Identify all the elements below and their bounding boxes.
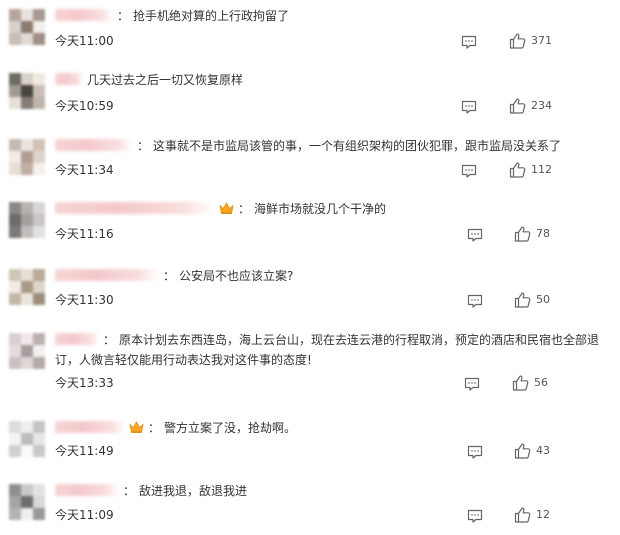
like-count: 43: [536, 444, 550, 457]
like-count: 234: [531, 99, 552, 112]
username-redacted[interactable]: [55, 9, 113, 21]
comment-timestamp: 今天13:33: [55, 376, 114, 390]
comment-body: 几天过去之后一切又恢复原样: [55, 70, 606, 90]
username-colon: ：: [148, 421, 161, 435]
comment-bubble-icon: [461, 34, 477, 53]
comment-body: ：公安局不也应该立案?: [55, 266, 606, 286]
comment-text: 原本计划去东西连岛，海上云台山，现在去连云港的行程取消，预定的酒店和民宿也全部退…: [55, 333, 600, 367]
comment-bubble-icon: [461, 99, 477, 118]
like-count: 371: [531, 34, 552, 47]
username-colon: ：: [123, 484, 136, 498]
username-redacted[interactable]: [55, 73, 83, 85]
username-redacted[interactable]: [55, 139, 133, 151]
comment-line: ：这事就不是市监局该管的事，一个有组织架构的团伙犯罪，跟市监局没关系了: [55, 136, 606, 156]
reply-button[interactable]: [461, 99, 477, 114]
like-count: 50: [536, 293, 550, 306]
reply-button[interactable]: [467, 293, 483, 308]
like-count: 12: [536, 508, 550, 521]
comment-body: ：这事就不是市监局该管的事，一个有组织架构的团伙犯罪，跟市监局没关系了: [55, 136, 606, 156]
comment-body: ：海鲜市场就没几个干净的: [55, 199, 606, 219]
comment-text: 这事就不是市监局该管的事，一个有组织架构的团伙犯罪，跟市监局没关系了: [153, 139, 562, 153]
username-colon: ：: [238, 202, 251, 216]
username-colon: ：: [163, 269, 176, 283]
comment-meta: 今天11:30 50: [55, 290, 606, 310]
like-count: 78: [536, 227, 550, 240]
comment-line: ：警方立案了没，抢劫啊。: [55, 418, 606, 438]
comment-timestamp: 今天11:49: [55, 444, 114, 458]
comment-body: ：敌进我退，敌退我进: [55, 481, 606, 501]
user-avatar[interactable]: [9, 73, 45, 109]
comment-bubble-icon: [464, 376, 480, 395]
comment-body: ：警方立案了没，抢劫啊。: [55, 418, 606, 438]
crown-icon: [129, 420, 144, 433]
user-avatar[interactable]: [9, 202, 45, 238]
comment-line: ：敌进我退，敌退我进: [55, 481, 606, 501]
user-avatar[interactable]: [9, 484, 45, 520]
comment-meta: 今天13:33 56: [55, 373, 606, 393]
comment-bubble-icon: [467, 293, 483, 312]
username-colon: ：: [103, 333, 116, 347]
comment-bubble-icon: [461, 163, 477, 182]
comment-timestamp: 今天11:09: [55, 508, 114, 522]
comment-meta: 今天11:49 43: [55, 441, 606, 461]
comment-meta: 今天11:16 78: [55, 224, 606, 244]
comment-bubble-icon: [467, 227, 483, 246]
reply-button[interactable]: [467, 227, 483, 242]
comment-meta: 今天10:59 234: [55, 96, 606, 116]
comment-text: 敌进我退，敌退我进: [139, 484, 248, 498]
comment-text: 几天过去之后一切又恢复原样: [87, 73, 244, 87]
reply-button[interactable]: [467, 444, 483, 459]
reply-button[interactable]: [461, 34, 477, 49]
comment-line: ：原本计划去东西连岛，海上云台山，现在去连云港的行程取消，预定的酒店和民宿也全部…: [55, 330, 606, 370]
comment-text: 抢手机绝对算的上行政拘留了: [133, 9, 290, 23]
username-colon: ：: [137, 139, 150, 153]
comment-line: ：公安局不也应该立案?: [55, 266, 606, 286]
username-redacted[interactable]: [55, 333, 99, 345]
username-redacted[interactable]: [55, 484, 119, 496]
comment-meta: 今天11:00 371: [55, 31, 606, 51]
comment-text: 警方立案了没，抢劫啊。: [164, 421, 297, 435]
username-redacted[interactable]: [55, 421, 125, 433]
comment-text: 海鲜市场就没几个干净的: [254, 202, 387, 216]
comment-timestamp: 今天11:30: [55, 293, 114, 307]
comment-body: ：抢手机绝对算的上行政拘留了: [55, 6, 606, 26]
reply-button[interactable]: [467, 508, 483, 523]
comment-meta: 今天11:34 112: [55, 160, 606, 180]
comment-timestamp: 今天11:34: [55, 163, 114, 177]
like-count: 56: [534, 376, 548, 389]
comment-meta: 今天11:09 12: [55, 505, 606, 525]
user-avatar[interactable]: [9, 9, 45, 45]
username-colon: ：: [117, 9, 130, 23]
username-redacted[interactable]: [55, 269, 159, 281]
comment-timestamp: 今天11:16: [55, 227, 114, 241]
comment-line: 几天过去之后一切又恢复原样: [55, 70, 606, 90]
comment-bubble-icon: [467, 508, 483, 527]
user-avatar[interactable]: [9, 421, 45, 457]
like-count: 112: [531, 163, 552, 176]
username-redacted[interactable]: [55, 202, 215, 214]
reply-button[interactable]: [461, 163, 477, 178]
crown-icon: [219, 201, 234, 214]
user-avatar[interactable]: [9, 269, 45, 305]
comment-bubble-icon: [467, 444, 483, 463]
comment-timestamp: 今天11:00: [55, 34, 114, 48]
comment-body: ：原本计划去东西连岛，海上云台山，现在去连云港的行程取消，预定的酒店和民宿也全部…: [55, 330, 606, 370]
user-avatar[interactable]: [9, 333, 45, 369]
user-avatar[interactable]: [9, 139, 45, 175]
comment-line: ：抢手机绝对算的上行政拘留了: [55, 6, 606, 26]
comment-text: 公安局不也应该立案?: [179, 269, 294, 283]
comment-line: ：海鲜市场就没几个干净的: [55, 199, 606, 219]
reply-button[interactable]: [464, 376, 480, 391]
comment-timestamp: 今天10:59: [55, 99, 114, 113]
